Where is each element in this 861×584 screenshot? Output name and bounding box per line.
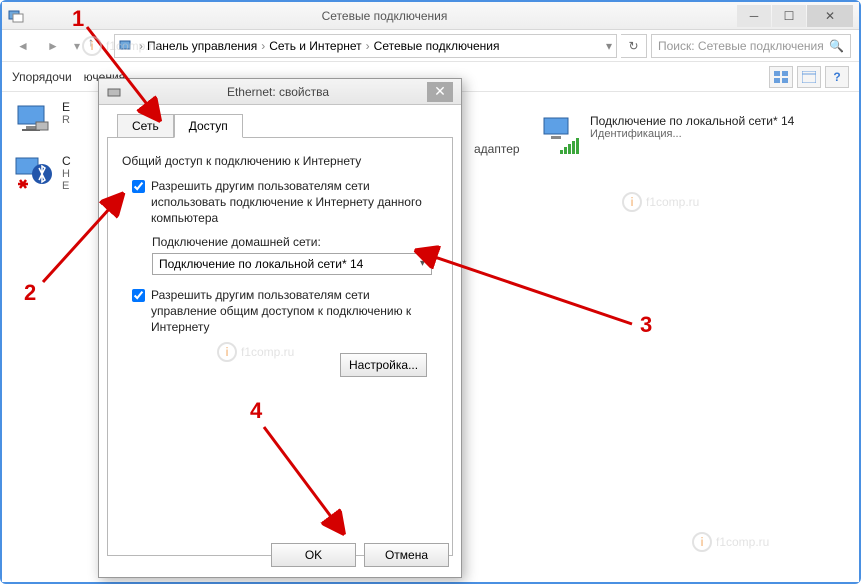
view-layout-button[interactable]: [769, 66, 793, 88]
breadcrumb[interactable]: Сеть и Интернет: [269, 39, 361, 53]
breadcrumb[interactable]: Сетевые подключения: [374, 39, 500, 53]
title-bar: Сетевые подключения ─ ☐ ✕: [2, 2, 859, 30]
combo-value: Подключение по локальной сети* 14: [159, 257, 363, 271]
maximize-button[interactable]: ☐: [772, 5, 806, 27]
dialog-close-button[interactable]: ✕: [427, 82, 453, 102]
checkbox-allow-sharing[interactable]: Разрешить другим пользователям сети испо…: [122, 178, 438, 227]
tab-access[interactable]: Доступ: [174, 114, 243, 138]
close-button[interactable]: ✕: [807, 5, 853, 27]
ok-button[interactable]: OK: [271, 543, 356, 567]
nav-forward-button[interactable]: ►: [40, 33, 66, 59]
help-button[interactable]: ?: [825, 66, 849, 88]
dialog-title: Ethernet: свойства: [129, 85, 427, 99]
window-title: Сетевые подключения: [32, 9, 737, 23]
address-bar[interactable]: › Панель управления › Сеть и Интернет › …: [114, 34, 617, 58]
bluetooth-icon: [14, 154, 54, 194]
settings-button[interactable]: Настройка...: [340, 353, 427, 377]
search-input[interactable]: Поиск: Сетевые подключения 🔍: [651, 34, 851, 58]
refresh-button[interactable]: ↻: [621, 34, 647, 58]
connection-local-wifi[interactable]: Подключение по локальной сети* 14Идентиф…: [542, 114, 802, 154]
search-icon: 🔍: [829, 39, 844, 53]
network-center-icon: [8, 8, 24, 24]
chevron-down-icon: ▾: [420, 258, 425, 269]
details-pane-button[interactable]: [797, 66, 821, 88]
group-label: Общий доступ к подключению к Интернету: [122, 154, 438, 168]
wifi-icon: [542, 114, 582, 154]
tab-content: Общий доступ к подключению к Интернету Р…: [107, 138, 453, 556]
nav-bar: ◄ ► ▾ ↑ › Панель управления › Сеть и Инт…: [2, 30, 859, 62]
nav-dropdown-button[interactable]: ▾: [70, 33, 84, 59]
home-network-label: Подключение домашней сети:: [122, 235, 438, 249]
tab-network[interactable]: Сеть: [117, 114, 174, 138]
checkbox-input[interactable]: [132, 289, 145, 302]
adapter-icon: [107, 85, 121, 99]
minimize-button[interactable]: ─: [737, 5, 771, 27]
home-network-combo[interactable]: Подключение по локальной сети* 14 ▾: [152, 253, 432, 275]
checkbox-input[interactable]: [132, 180, 145, 193]
nav-back-button[interactable]: ◄: [10, 33, 36, 59]
adapter-fragment: адаптер: [474, 142, 520, 156]
checkbox-allow-control[interactable]: Разрешить другим пользователям сети упра…: [122, 287, 438, 336]
network-icon: [119, 38, 135, 54]
properties-dialog: Ethernet: свойства ✕ Сеть Доступ Общий д…: [98, 78, 462, 578]
tab-strip: Сеть Доступ: [107, 105, 453, 138]
cancel-button[interactable]: Отмена: [364, 543, 449, 567]
dialog-title-bar[interactable]: Ethernet: свойства ✕: [99, 79, 461, 105]
monitor-icon: [14, 100, 54, 140]
breadcrumb[interactable]: Панель управления: [147, 39, 257, 53]
organize-menu[interactable]: Упорядочи: [12, 70, 72, 84]
nav-up-button[interactable]: ↑: [88, 35, 110, 57]
